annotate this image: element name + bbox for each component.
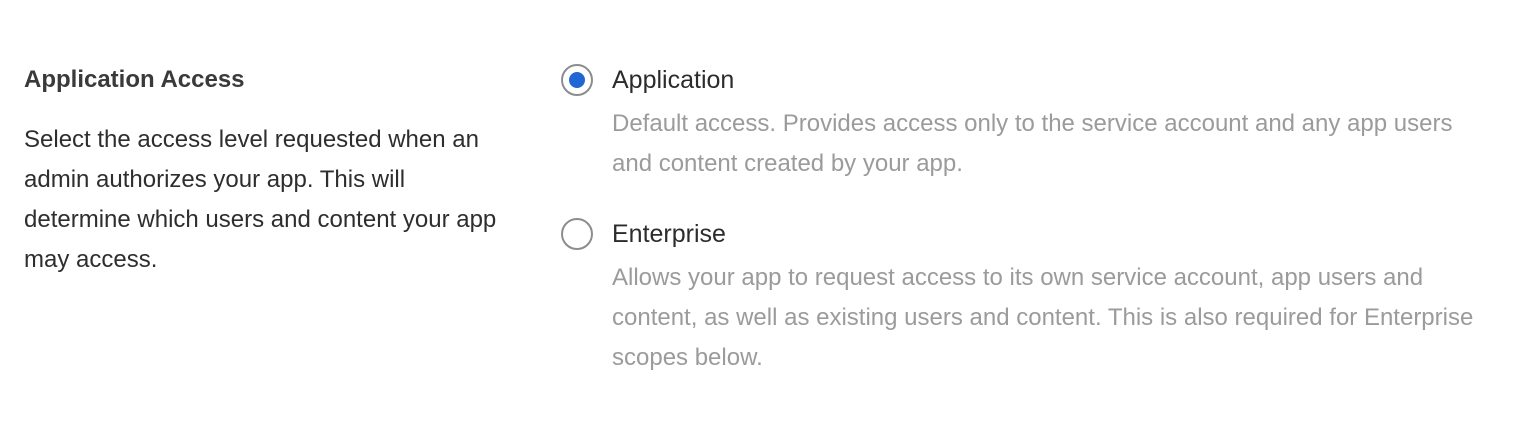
section-description: Select the access level requested when a… [24, 126, 497, 273]
option-enterprise-label[interactable]: Enterprise [612, 216, 1492, 252]
application-access-section: Application Access Select the access lev… [0, 0, 1530, 446]
option-enterprise[interactable]: Enterprise Allows your app to request ac… [561, 216, 1491, 378]
section-header: Application Access Select the access lev… [24, 62, 504, 280]
option-enterprise-body: Enterprise Allows your app to request ac… [612, 216, 1492, 378]
radio-button-enterprise[interactable] [561, 218, 593, 250]
section-title: Application Access [24, 66, 245, 93]
radio-button-application[interactable] [561, 64, 593, 96]
access-level-radio-group: Application Default access. Provides acc… [561, 62, 1491, 378]
option-application-description: Default access. Provides access only to … [612, 110, 1453, 177]
option-application[interactable]: Application Default access. Provides acc… [561, 62, 1491, 184]
option-application-label[interactable]: Application [612, 62, 1492, 98]
option-enterprise-description: Allows your app to request access to its… [612, 264, 1474, 371]
option-application-body: Application Default access. Provides acc… [612, 62, 1492, 184]
